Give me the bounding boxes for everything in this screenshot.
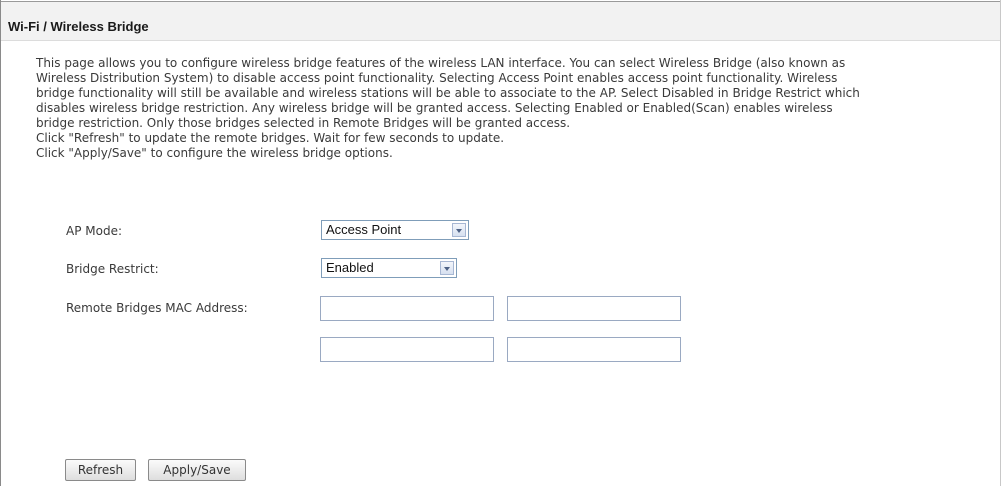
chevron-down-icon[interactable] [452,223,466,237]
chevron-down-icon[interactable] [440,261,454,275]
description-line: This page allows you to configure wirele… [36,56,846,70]
description-line: Click "Apply/Save" to configure the wire… [36,146,393,160]
description-line: disables wireless bridge restriction. An… [36,101,833,115]
description-line: bridge restriction. Only those bridges s… [36,116,571,130]
ap-mode-value: Access Point [326,222,402,237]
description-line: Wireless Distribution System) to disable… [36,71,838,85]
bridge-restrict-value: Enabled [326,260,374,275]
apply-save-button[interactable]: Apply/Save [148,459,246,481]
ap-mode-select[interactable]: Access Point [321,220,469,240]
header-bar [1,1,1000,41]
page-description: This page allows you to configure wirele… [36,56,1000,161]
bridge-restrict-label: Bridge Restrict: [66,262,159,276]
remote-mac-input-4[interactable] [507,337,681,362]
remote-mac-input-1[interactable] [320,296,494,321]
remote-mac-label: Remote Bridges MAC Address: [66,301,248,315]
remote-mac-input-3[interactable] [320,337,494,362]
page-title: Wi-Fi / Wireless Bridge [8,19,149,34]
ap-mode-label: AP Mode: [66,224,122,238]
description-line: Click "Refresh" to update the remote bri… [36,131,505,145]
bridge-restrict-select[interactable]: Enabled [321,258,457,278]
description-line: bridge functionality will still be avail… [36,86,860,100]
refresh-button[interactable]: Refresh [65,459,136,481]
remote-mac-input-2[interactable] [507,296,681,321]
